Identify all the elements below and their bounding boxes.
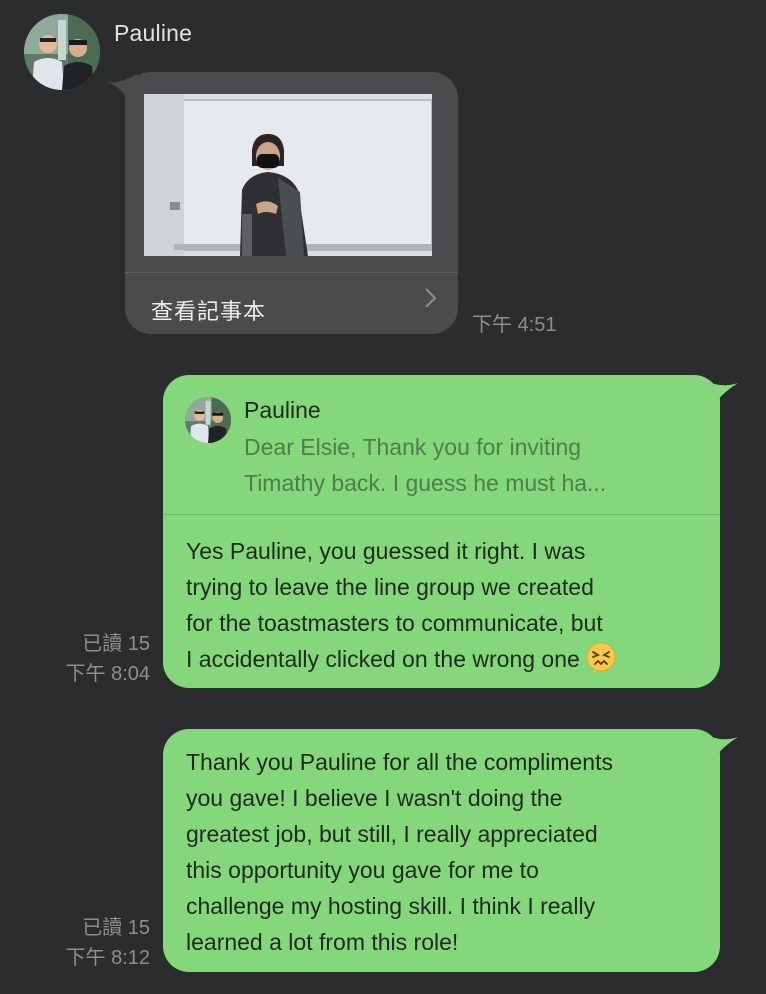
- message-line: you gave! I believe I wasn't doing the: [186, 785, 563, 811]
- read-status: 已讀 15: [82, 633, 150, 655]
- message-line: for the toastmasters to communicate, but: [186, 610, 603, 636]
- message-line-last: I accidentally clicked on the wrong one: [186, 641, 706, 677]
- note-card-divider: [125, 272, 458, 273]
- message-text: Thank you Pauline for all the compliment…: [186, 744, 706, 960]
- note-card-message[interactable]: 查看記事本: [107, 72, 458, 334]
- message-line: Yes Pauline, you guessed it right. I was: [186, 538, 586, 564]
- read-status: 已讀 15: [82, 917, 150, 939]
- message-line: Thank you Pauline for all the compliment…: [186, 749, 613, 775]
- quoted-message-preview[interactable]: Dear Elsie, Thank you for inviting Timat…: [244, 429, 684, 501]
- note-photo[interactable]: [144, 94, 432, 256]
- message-line: challenge my hosting skill. I think I re…: [186, 893, 596, 919]
- message-line: this opportunity you gave for me to: [186, 857, 539, 883]
- message-time: 下午 8:04: [65, 663, 150, 685]
- quoted-sender-name: Pauline: [244, 397, 321, 423]
- outgoing-message-bubble[interactable]: Pauline Dear Elsie, Thank you for inviti…: [163, 375, 738, 688]
- message-meta: 已讀 15 下午 8:12: [66, 913, 150, 973]
- sender-avatar[interactable]: [24, 14, 100, 90]
- quoted-preview-line: Dear Elsie, Thank you for inviting: [244, 434, 582, 460]
- quoted-sender-avatar: [185, 397, 231, 443]
- message-time: 下午 8:12: [65, 947, 150, 969]
- message-text: Yes Pauline, you guessed it right. I was…: [186, 533, 706, 677]
- sender-name: Pauline: [114, 20, 193, 46]
- quoted-preview-line: Timathy back. I guess he must ha...: [244, 470, 607, 496]
- message-line: greatest job, but still, I really apprec…: [186, 821, 598, 847]
- outgoing-message-bubble[interactable]: Thank you Pauline for all the compliment…: [163, 729, 738, 972]
- message-line: learned a lot from this role!: [186, 929, 459, 955]
- message-line: trying to leave the line group we create…: [186, 574, 594, 600]
- bubble-tail-icon: [702, 733, 738, 761]
- view-notes-link[interactable]: 查看記事本: [151, 294, 266, 326]
- bubble-tail-icon: [702, 379, 738, 407]
- confounded-face-emoji-icon: [586, 642, 616, 672]
- message-line: I accidentally clicked on the wrong one: [186, 646, 580, 672]
- quote-divider: [163, 514, 720, 515]
- message-meta: 已讀 15 下午 8:04: [66, 629, 150, 689]
- bubble-tail-icon: [107, 74, 137, 102]
- chevron-right-icon[interactable]: [424, 286, 438, 310]
- message-time: 下午 4:51: [472, 314, 557, 336]
